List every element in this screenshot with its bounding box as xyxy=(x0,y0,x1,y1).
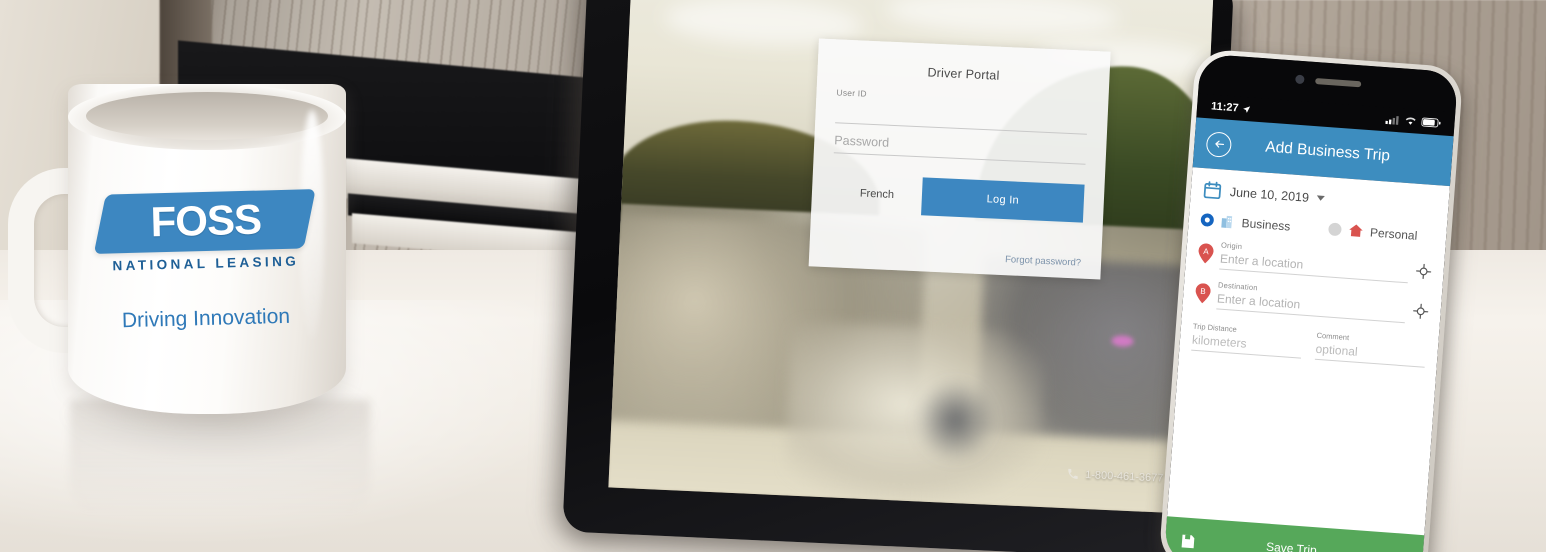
wifi-icon xyxy=(1405,117,1416,125)
smartphone-device: 11:27 Add Business Trip June 10, 2019 Bu… xyxy=(1158,48,1469,552)
login-button[interactable]: Log In xyxy=(921,177,1085,223)
office-building-icon xyxy=(1221,215,1233,228)
forgot-password-link[interactable]: Forgot password? xyxy=(1005,254,1081,268)
save-floppy-icon xyxy=(1181,534,1195,548)
trip-distance-group: Trip Distance kilometers xyxy=(1191,322,1303,359)
back-arrow-icon xyxy=(1214,140,1224,148)
tablet-device: Driver Portal User ID Password French Lo… xyxy=(550,0,1246,552)
comment-group: Comment optional xyxy=(1314,331,1427,368)
calendar-icon xyxy=(1203,181,1222,200)
wallpaper-dark-blur xyxy=(912,377,998,464)
earpiece-speaker xyxy=(1315,77,1362,88)
foss-brand-text: FOSS xyxy=(150,195,262,246)
back-button[interactable] xyxy=(1205,130,1233,158)
radio-business[interactable] xyxy=(1200,212,1215,227)
origin-row: A Origin Enter a location xyxy=(1197,239,1432,285)
front-camera-icon xyxy=(1295,74,1305,85)
trip-type-label-personal: Personal xyxy=(1369,224,1418,243)
foss-logo-badge: FOSS xyxy=(93,189,316,254)
map-pin-b-icon: B xyxy=(1195,283,1211,304)
status-time-group: 11:27 xyxy=(1211,100,1251,115)
save-trip-label: Save Trip xyxy=(1265,539,1318,552)
chevron-down-icon xyxy=(1316,195,1326,202)
trip-date: June 10, 2019 xyxy=(1229,184,1310,205)
login-card: Driver Portal User ID Password French Lo… xyxy=(808,38,1111,280)
phone-bezel: 11:27 Add Business Trip June 10, 2019 Bu… xyxy=(1158,48,1464,552)
svg-text:B: B xyxy=(1200,287,1206,296)
desk-scene: FOSS NATIONAL LEASING Driving Innovation… xyxy=(0,0,1546,552)
origin-field-group: Origin Enter a location xyxy=(1219,241,1410,284)
app-title: Add Business Trip xyxy=(1264,138,1391,165)
trip-type-label-business: Business xyxy=(1241,215,1291,234)
status-indicators xyxy=(1385,114,1441,128)
destination-field-group: Destination Enter a location xyxy=(1216,280,1407,324)
status-time: 11:27 xyxy=(1210,100,1240,115)
language-toggle-button[interactable]: French xyxy=(832,186,922,202)
phone-screen: 11:27 Add Business Trip June 10, 2019 Bu… xyxy=(1163,53,1459,552)
cellular-signal-icon xyxy=(1385,116,1399,125)
mug-tagline: Driving Innovation xyxy=(121,304,291,333)
crosshair-gps-icon[interactable] xyxy=(1415,263,1432,280)
foss-logo: FOSS NATIONAL LEASING xyxy=(93,189,316,273)
login-actions-row: French Log In xyxy=(831,173,1085,223)
date-picker[interactable]: June 10, 2019 xyxy=(1202,180,1437,216)
tablet-screen: Driver Portal User ID Password French Lo… xyxy=(608,0,1214,514)
trip-details-row: Trip Distance kilometers Comment optiona… xyxy=(1191,322,1427,368)
phone-icon xyxy=(1067,468,1078,480)
crosshair-gps-icon[interactable] xyxy=(1412,303,1429,320)
trip-form: June 10, 2019 Business Personal A Origin… xyxy=(1163,167,1450,552)
destination-row: B Destination Enter a location xyxy=(1194,279,1429,325)
mug-interior xyxy=(86,92,328,140)
mug-reflection xyxy=(70,400,370,550)
home-icon xyxy=(1348,224,1363,237)
battery-icon xyxy=(1421,117,1441,128)
radio-personal[interactable] xyxy=(1327,222,1342,237)
trip-type-selector: Business Personal xyxy=(1200,211,1435,245)
location-arrow-icon xyxy=(1242,105,1250,113)
map-pin-a-icon: A xyxy=(1198,243,1214,264)
